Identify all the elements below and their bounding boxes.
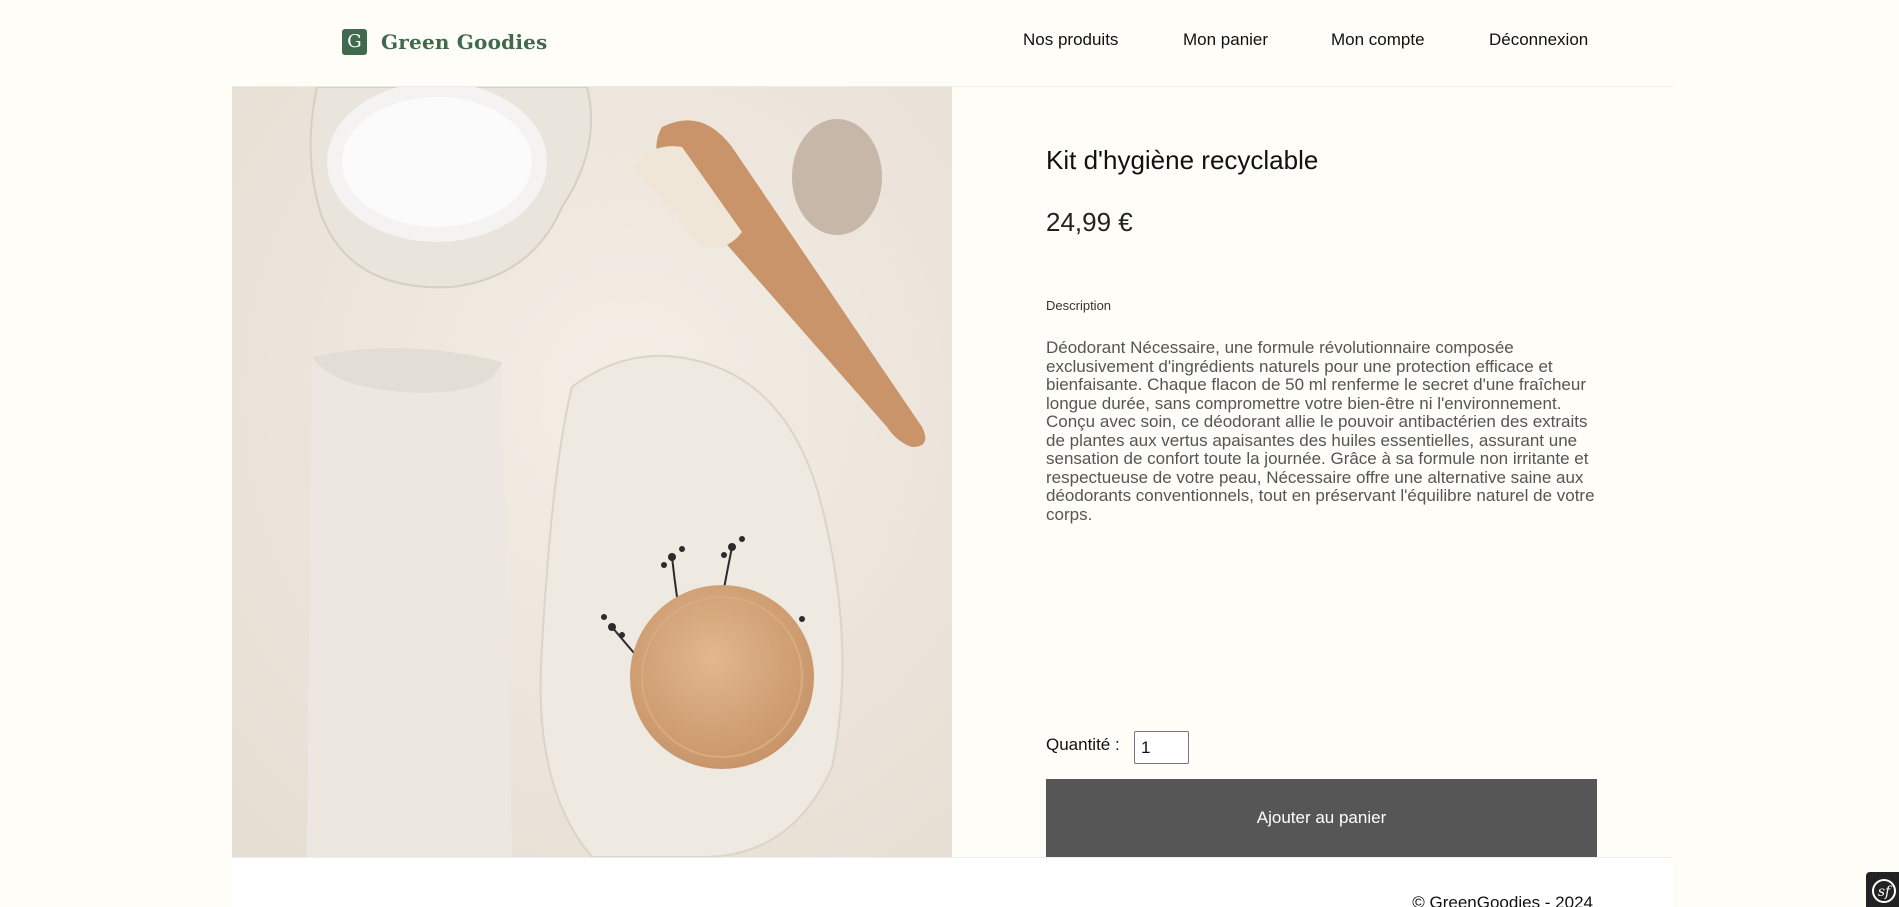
site-footer: © GreenGoodies - 2024 xyxy=(232,857,1673,907)
product-photo-illustration xyxy=(232,87,952,857)
nav-logout[interactable]: Déconnexion xyxy=(1489,30,1588,50)
logo-g-icon: G xyxy=(342,29,367,55)
svg-text:sf: sf xyxy=(1878,884,1893,900)
logo-text: Green Goodies xyxy=(381,30,548,54)
product-description: Déodorant Nécessaire, une formule révolu… xyxy=(1046,338,1595,524)
product-price: 24,99 € xyxy=(1046,207,1133,237)
product-details: Kit d'hygiène recyclable 24,99 € Descrip… xyxy=(1046,87,1606,857)
logo-link[interactable]: G Green Goodies xyxy=(342,29,548,55)
copyright-text: © GreenGoodies - 2024 xyxy=(1412,893,1593,907)
symfony-icon[interactable]: sf xyxy=(1866,872,1899,907)
site-header: G Green Goodies Nos produits Mon panier … xyxy=(0,0,1899,86)
nav-products[interactable]: Nos produits xyxy=(1023,30,1118,50)
nav-cart[interactable]: Mon panier xyxy=(1183,30,1268,50)
add-to-cart-button[interactable]: Ajouter au panier xyxy=(1046,779,1597,857)
quantity-label: Quantité : xyxy=(1046,735,1120,754)
nav-account[interactable]: Mon compte xyxy=(1331,30,1425,50)
product-title: Kit d'hygiène recyclable xyxy=(1046,145,1319,175)
description-label: Description xyxy=(1046,298,1112,313)
product-image xyxy=(232,87,952,857)
quantity-input[interactable] xyxy=(1134,731,1189,764)
